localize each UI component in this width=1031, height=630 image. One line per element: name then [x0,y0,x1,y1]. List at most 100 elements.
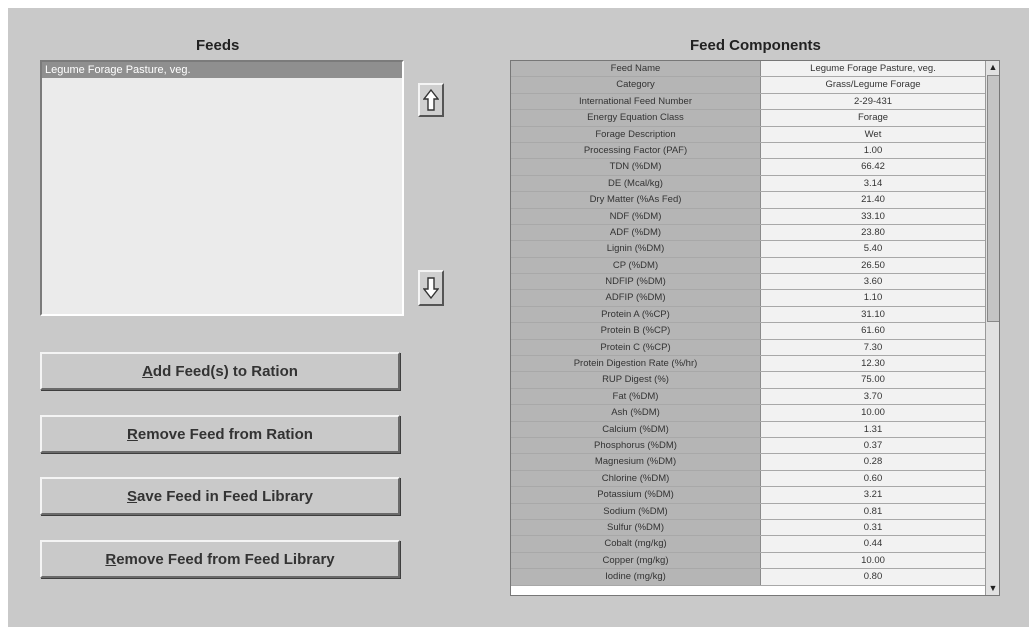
scrollbar-thumb[interactable] [987,75,999,322]
component-value-cell[interactable]: 33.10 [761,208,985,224]
component-row[interactable]: Ash (%DM) 10.00 [511,405,985,422]
component-row[interactable]: Potassium (%DM) 3.21 [511,487,985,504]
component-value-cell[interactable]: 1.31 [761,421,985,437]
move-down-button[interactable] [418,270,444,306]
component-name-cell: Copper (mg/kg) [511,552,761,569]
component-name-cell: Ash (%DM) [511,405,761,421]
component-value-cell[interactable]: 0.31 [761,519,985,536]
add-feed-to-ration-button[interactable]: Add Feed(s) to Ration [40,352,400,390]
component-row[interactable]: Lignin (%DM) 5.40 [511,241,985,258]
component-name-cell: Protein B (%CP) [511,323,761,339]
component-name-cell: Fat (%DM) [511,388,761,405]
component-row[interactable]: Energy Equation Class Forage [511,110,985,127]
component-value-cell[interactable]: Grass/Legume Forage [761,77,985,93]
component-name-cell: Sulfur (%DM) [511,519,761,536]
component-name-cell: International Feed Number [511,93,761,110]
add-feed-label: Add Feed(s) to Ration [142,362,298,380]
component-name-cell: Dry Matter (%As Fed) [511,192,761,208]
component-value-cell[interactable]: Wet [761,126,985,142]
component-value-cell[interactable]: 75.00 [761,372,985,388]
component-value-cell[interactable]: 7.30 [761,339,985,356]
component-row[interactable]: NDFIP (%DM) 3.60 [511,274,985,291]
component-row[interactable]: International Feed Number 2-29-431 [511,93,985,111]
component-value-cell[interactable]: 0.60 [761,470,985,487]
component-value-cell[interactable]: 3.70 [761,388,985,405]
components-title: Feed Components [690,37,821,54]
component-value-cell[interactable]: 2-29-431 [761,93,985,110]
component-value-cell[interactable]: 0.37 [761,437,985,454]
component-row[interactable]: DE (Mcal/kg) 3.14 [511,175,985,193]
component-value-cell[interactable]: 0.81 [761,503,985,519]
component-row[interactable]: Category Grass/Legume Forage [511,77,985,94]
component-name-cell: DE (Mcal/kg) [511,175,761,192]
component-name-cell: Feed Name [511,61,761,77]
feeds-title: Feeds [196,37,240,54]
component-row[interactable]: Cobalt (mg/kg) 0.44 [511,536,985,553]
component-name-cell: Energy Equation Class [511,110,761,126]
component-name-cell: Chlorine (%DM) [511,470,761,487]
move-up-button[interactable] [418,83,444,117]
feeds-listbox[interactable]: Legume Forage Pasture, veg. [40,60,404,316]
component-value-cell[interactable]: 0.44 [761,536,985,552]
component-value-cell[interactable]: 5.40 [761,241,985,257]
component-name-cell: NDFIP (%DM) [511,274,761,290]
component-value-cell[interactable]: Forage [761,110,985,126]
component-row[interactable]: NDF (%DM) 33.10 [511,208,985,225]
feed-components-grid[interactable]: Feed Name Legume Forage Pasture, veg. Cate… [510,60,1000,596]
component-name-cell: ADF (%DM) [511,224,761,241]
component-value-cell[interactable]: 66.42 [761,159,985,175]
component-row[interactable]: Dry Matter (%As Fed) 21.40 [511,192,985,209]
scroll-down-icon[interactable]: ▼ [986,582,999,595]
component-value-cell[interactable]: 3.14 [761,175,985,192]
component-value-cell[interactable]: 3.21 [761,487,985,503]
component-name-cell: NDF (%DM) [511,208,761,224]
component-value-cell[interactable]: 12.30 [761,356,985,372]
component-row[interactable]: Protein A (%CP) 31.10 [511,306,985,324]
component-value-cell[interactable]: 1.10 [761,290,985,306]
component-value-cell[interactable]: 0.28 [761,454,985,470]
component-row[interactable]: Protein B (%CP) 61.60 [511,323,985,340]
component-row[interactable]: ADF (%DM) 23.80 [511,224,985,242]
component-row[interactable]: Magnesium (%DM) 0.28 [511,454,985,471]
component-value-cell[interactable]: Legume Forage Pasture, veg. [761,61,985,77]
component-value-cell[interactable]: 21.40 [761,192,985,208]
component-row[interactable]: Calcium (%DM) 1.31 [511,421,985,438]
component-value-cell[interactable]: 10.00 [761,552,985,569]
component-value-cell[interactable]: 61.60 [761,323,985,339]
component-name-cell: Sodium (%DM) [511,503,761,519]
component-value-cell[interactable]: 26.50 [761,257,985,274]
remove-feed-from-ration-button[interactable]: Remove Feed from Ration [40,415,400,453]
component-row[interactable]: Iodine (mg/kg) 0.80 [511,569,985,586]
component-value-cell[interactable]: 1.00 [761,142,985,159]
remove-feed-library-button[interactable]: Remove Feed from Feed Library [40,540,400,578]
component-row[interactable]: Sodium (%DM) 0.81 [511,503,985,520]
component-value-cell[interactable]: 23.80 [761,224,985,241]
component-row[interactable]: Chlorine (%DM) 0.60 [511,470,985,488]
component-row[interactable]: RUP Digest (%) 75.00 [511,372,985,389]
component-row[interactable]: Processing Factor (PAF) 1.00 [511,142,985,160]
save-library-label: Save Feed in Feed Library [127,487,313,505]
component-row[interactable]: Sulfur (%DM) 0.31 [511,519,985,537]
component-row[interactable]: Feed Name Legume Forage Pasture, veg. [511,61,985,78]
component-row[interactable]: TDN (%DM) 66.42 [511,159,985,176]
component-row[interactable]: Forage Description Wet [511,126,985,143]
component-name-cell: Phosphorus (%DM) [511,437,761,454]
component-row[interactable]: Protein C (%CP) 7.30 [511,339,985,357]
component-name-cell: Protein A (%CP) [511,306,761,323]
component-value-cell[interactable]: 3.60 [761,274,985,290]
component-value-cell[interactable]: 10.00 [761,405,985,421]
component-row[interactable]: CP (%DM) 26.50 [511,257,985,275]
feed-list-item[interactable]: Legume Forage Pasture, veg. [42,62,402,78]
component-row[interactable]: ADFIP (%DM) 1.10 [511,290,985,307]
component-name-cell: CP (%DM) [511,257,761,274]
component-row[interactable]: Fat (%DM) 3.70 [511,388,985,406]
grid-scrollbar[interactable]: ▲ ▼ [985,61,999,595]
component-row[interactable]: Protein Digestion Rate (%/hr) 12.30 [511,356,985,373]
component-value-cell[interactable]: 0.80 [761,569,985,585]
save-feed-library-button[interactable]: Save Feed in Feed Library [40,477,400,515]
component-row[interactable]: Copper (mg/kg) 10.00 [511,552,985,570]
scroll-up-icon[interactable]: ▲ [986,61,999,74]
component-value-cell[interactable]: 31.10 [761,306,985,323]
component-name-cell: Category [511,77,761,93]
component-row[interactable]: Phosphorus (%DM) 0.37 [511,437,985,455]
